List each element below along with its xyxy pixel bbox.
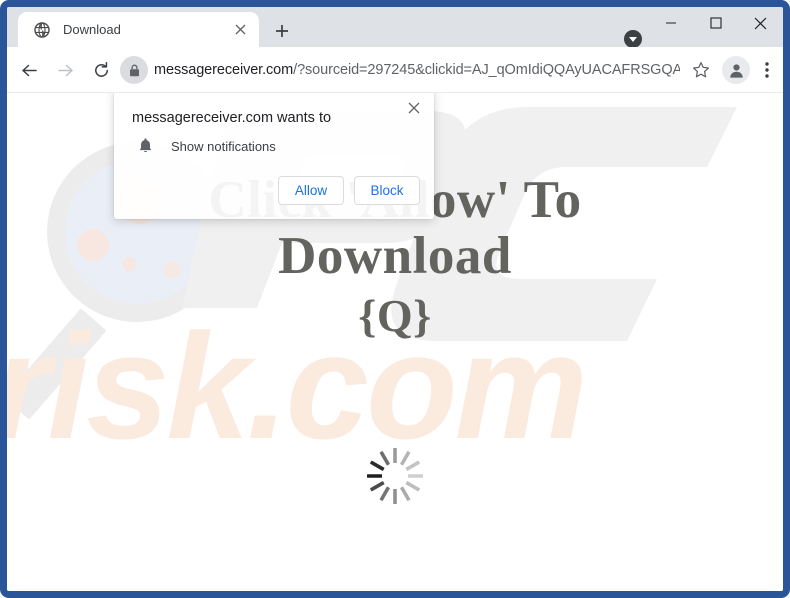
- tab-strip: Download: [7, 7, 783, 48]
- back-arrow-icon[interactable]: [15, 56, 43, 84]
- allow-button[interactable]: Allow: [278, 176, 344, 205]
- star-icon[interactable]: [687, 56, 715, 84]
- address-bar[interactable]: messagereceiver.com/?sourceid=297245&cli…: [120, 55, 680, 85]
- close-window-button[interactable]: [738, 7, 783, 39]
- forward-arrow-icon: [51, 56, 79, 84]
- permission-request-row: Show notifications: [136, 137, 276, 155]
- page-viewport: risk.com Click 'Allow' To Download {Q}: [7, 93, 783, 591]
- url-host: messagereceiver.com: [154, 62, 294, 78]
- browser-tab-download[interactable]: Download: [18, 12, 259, 47]
- notification-permission-dialog: messagereceiver.com wants to Show notifi…: [114, 93, 434, 219]
- loading-spinner: [7, 445, 783, 507]
- permission-request-label: Show notifications: [171, 138, 276, 154]
- permission-dialog-title: messagereceiver.com wants to: [132, 110, 332, 126]
- browser-toolbar: messagereceiver.com/?sourceid=297245&cli…: [7, 47, 783, 93]
- headline-line-3: {Q}: [358, 290, 432, 341]
- url-text: messagereceiver.com/?sourceid=297245&cli…: [154, 62, 680, 78]
- permission-dialog-actions: Allow Block: [278, 176, 420, 205]
- tab-title: Download: [63, 22, 121, 37]
- block-button[interactable]: Block: [354, 176, 420, 205]
- lock-icon[interactable]: [120, 56, 148, 84]
- reload-icon[interactable]: [87, 56, 115, 84]
- globe-icon: [33, 21, 50, 38]
- url-path: /?sourceid=297245&clickid=AJ_qOmIdiQQAyU…: [293, 62, 680, 78]
- close-icon[interactable]: [403, 97, 425, 119]
- minimize-button[interactable]: [648, 7, 693, 39]
- headline-line-2: Download: [278, 227, 512, 285]
- bell-icon: [136, 137, 154, 155]
- maximize-button[interactable]: [693, 7, 738, 39]
- avatar-icon[interactable]: [722, 56, 750, 84]
- browser-window: Download messagereceiver.com/?sourceid=2…: [0, 0, 790, 598]
- three-dot-menu-icon[interactable]: [755, 56, 779, 84]
- new-tab-button[interactable]: [269, 18, 295, 44]
- window-controls: [648, 7, 783, 47]
- close-icon[interactable]: [228, 18, 252, 42]
